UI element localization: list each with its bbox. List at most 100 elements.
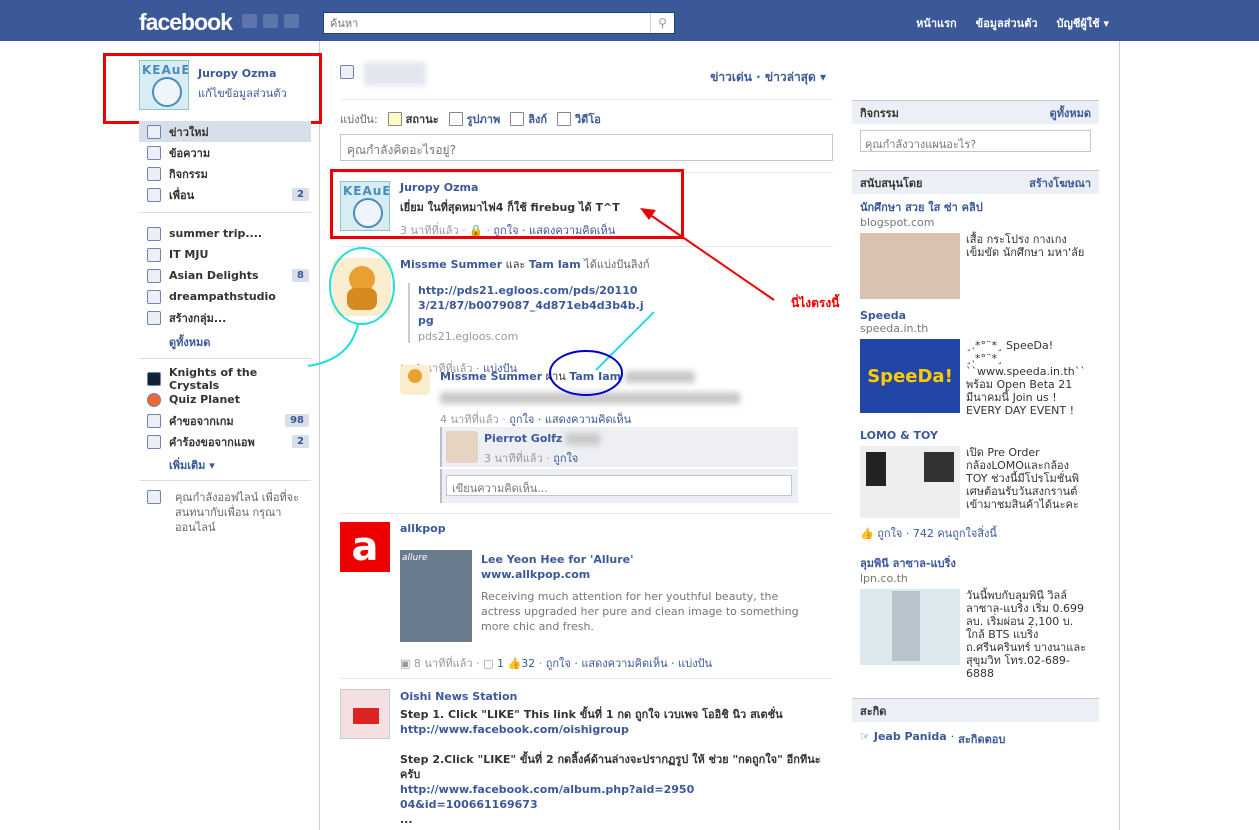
share-photo-tab[interactable]: รูปภาพ: [448, 110, 500, 128]
share-link-tab[interactable]: ลิงก์: [510, 110, 547, 128]
group-item[interactable]: dreampathstudio: [139, 286, 311, 307]
ad-list: นักศึกษา สวย ใส ซ่า คลิป blogspot.com เส…: [852, 194, 1099, 684]
video-icon: [557, 112, 571, 126]
news-feed-icon: [147, 124, 161, 139]
link-title[interactable]: Lee Yeon Hee for 'Allure': [481, 553, 811, 566]
share-video-tab[interactable]: วิดีโอ: [557, 110, 601, 128]
events-title: กิจกรรม: [860, 106, 899, 120]
search-icon[interactable]: ⚲: [650, 13, 674, 33]
group-item[interactable]: summer trip....: [139, 223, 311, 244]
link-site[interactable]: www.allkpop.com: [481, 568, 811, 581]
events-box: กิจกรรม ดูทั้งหมด คุณกำลังวางแผนอะไร?: [852, 100, 1099, 158]
share-status-tab[interactable]: สถานะ: [387, 110, 439, 128]
comment-input[interactable]: เขียนความคิดเห็น...: [446, 475, 792, 496]
pokes-box: สะกิด ☞ Jeab Panida · สะกิดตอบ: [852, 698, 1099, 756]
notifications-icon[interactable]: [284, 14, 299, 28]
app-item[interactable]: Knights of the Crystals: [139, 366, 311, 392]
app-item[interactable]: คำขอจากเกม 98: [139, 410, 311, 431]
facebook-logo[interactable]: facebook: [139, 9, 233, 36]
nav-account[interactable]: บัญชีผู้ใช้ ▾: [1057, 14, 1109, 32]
messages-icon[interactable]: [263, 14, 278, 28]
link-icon: [510, 112, 525, 126]
game-requests-badge: 98: [285, 414, 309, 427]
share-label: แบ่งปัน:: [340, 113, 378, 126]
comment: Pierrot Golfz 3 นาทีที่แล้ว · ถูกใจ: [440, 427, 798, 467]
sponsored-title: สนับสนุนโดย: [860, 176, 923, 190]
story-text: Step 2.Click "LIKE" ขั้นที่ 2 กดลิ้งค์ด้…: [400, 753, 821, 781]
top-bar: facebook ⚲ หน้าแรก ข้อมูลส่วนตัว บัญชีผู…: [0, 0, 1259, 41]
story-author[interactable]: Oishi News Station: [400, 689, 830, 704]
app-item[interactable]: Quiz Planet: [139, 389, 311, 410]
knights-app-icon: [147, 371, 161, 386]
poke-back-link[interactable]: สะกิดตอบ: [958, 730, 1005, 748]
divider: [340, 99, 833, 100]
divider: [1119, 41, 1120, 830]
poke-icon: ☞: [860, 730, 870, 743]
commenter-avatar[interactable]: [446, 431, 478, 463]
see-all-groups-link[interactable]: ดูทั้งหมด: [169, 333, 210, 351]
profile-name[interactable]: Juropy Ozma: [198, 67, 276, 80]
divider: [340, 678, 833, 679]
ad-item[interactable]: Speeda speeda.in.th SpeeDa! ¸.*°¨*¸ SpeeD…: [860, 309, 1091, 417]
ad-likes: 👍 ถูกใจ · 742 คนถูกใจสิ่งนี้: [860, 527, 997, 540]
apps-nav: Knights of the Crystals Quiz Planet คำขอ…: [139, 366, 311, 452]
feed-title-blurred: [364, 62, 426, 86]
story-author[interactable]: allkpop: [400, 522, 830, 535]
ad-item[interactable]: LOMO & TOY เปิด Pre Order กล้องLOMOและกล…: [860, 429, 1091, 542]
allure-thumbnail[interactable]: allure: [400, 550, 472, 642]
story-link[interactable]: http://www.facebook.com/album.php?aid=29…: [400, 782, 700, 812]
profile-block: KEAuE Juropy Ozma แก้ไขข้อมูลส่วนตัว: [139, 60, 287, 110]
poke-name[interactable]: Jeab Panida: [874, 730, 947, 748]
sub-story-meta: 4 นาทีที่แล้ว · ถูกใจ · แสดงความคิดเห็น: [440, 413, 632, 426]
ad-item[interactable]: นักศึกษา สวย ใส ซ่า คลิป blogspot.com เส…: [860, 198, 1091, 299]
news-feed-icon: [340, 65, 354, 79]
sponsored-box: สนับสนุนโดย สร้างโฆษณา นักศึกษา สวย ใส ซ่…: [852, 170, 1099, 684]
allkpop-logo[interactable]: a: [340, 522, 390, 572]
nav-messages[interactable]: ข้อความ: [139, 142, 311, 163]
app-requests-badge: 2: [292, 435, 309, 448]
nav-news-feed[interactable]: ข่าวใหม่: [139, 121, 311, 142]
events-see-all[interactable]: ดูทั้งหมด: [1050, 104, 1091, 122]
search-input[interactable]: [324, 13, 650, 33]
divider: [340, 513, 833, 514]
create-group-link[interactable]: สร้างกลุ่ม...: [139, 307, 311, 328]
search-bar: ⚲: [323, 12, 675, 34]
nav-home[interactable]: หน้าแรก: [916, 14, 957, 32]
feed-sort-toggle[interactable]: ข่าวเด่น · ข่าวล่าสุด ▾: [710, 68, 826, 87]
group-item[interactable]: Asian Delights 8: [139, 265, 311, 286]
annotation-overlay: [307, 208, 775, 396]
oishi-logo[interactable]: [340, 689, 390, 739]
create-ad-link[interactable]: สร้างโฆษณา: [1029, 174, 1091, 192]
edit-profile-link[interactable]: แก้ไขข้อมูลส่วนตัว: [198, 84, 287, 102]
link-description: Receiving much attention for her youthfu…: [481, 590, 799, 633]
ad-image: [860, 233, 960, 299]
app-requests-icon: [147, 434, 161, 449]
pokes-title: สะกิด: [860, 704, 887, 718]
messages-icon: [147, 145, 161, 160]
poke-item: ☞ Jeab Panida · สะกิดตอบ: [860, 730, 1006, 748]
avatar[interactable]: KEAuE: [139, 60, 189, 110]
group-icon: [147, 226, 161, 241]
app-item[interactable]: คำร้องขอจากแอพ 2: [139, 431, 311, 452]
nav-profile[interactable]: ข้อมูลส่วนตัว: [976, 14, 1038, 32]
friends-icon: [147, 187, 161, 202]
nav-friends[interactable]: เพื่อน 2: [139, 184, 311, 205]
story-link[interactable]: http://www.facebook.com/oishigroup: [400, 722, 830, 737]
group-icon: [147, 247, 161, 262]
comment-author[interactable]: Pierrot Golfz: [484, 432, 562, 445]
ad-item[interactable]: ลุมพินี ลาซาล-แบริ่ง lpn.co.th วันนี้พบก…: [860, 554, 1091, 680]
status-composer[interactable]: คุณกำลังคิดอะไรอยู่?: [340, 134, 833, 161]
groups-nav: summer trip.... IT MJU Asian Delights 8 d…: [139, 223, 311, 328]
group-item[interactable]: IT MJU: [139, 244, 311, 265]
divider: [139, 358, 311, 359]
status-icon: [387, 112, 402, 126]
chat-icon: [147, 490, 161, 504]
friend-requests-icon[interactable]: [242, 14, 257, 28]
story-meta: ▣ 8 นาทีที่แล้ว · □ 1 👍32 · ถูกใจ · แสดง…: [400, 657, 713, 670]
event-plan-input[interactable]: คุณกำลังวางแผนอะไร?: [860, 130, 1091, 152]
chat-offline-text[interactable]: คุณกำลังออฟไลน์ เพื่อที่จะสนทนากับเพื่อน…: [175, 490, 312, 535]
more-apps-link[interactable]: เพิ่มเติม ▾: [169, 456, 215, 474]
nav-events[interactable]: กิจกรรม: [139, 163, 311, 184]
divider: [139, 212, 311, 213]
main-nav: ข่าวใหม่ ข้อความ กิจกรรม เพื่อน 2: [139, 121, 311, 205]
